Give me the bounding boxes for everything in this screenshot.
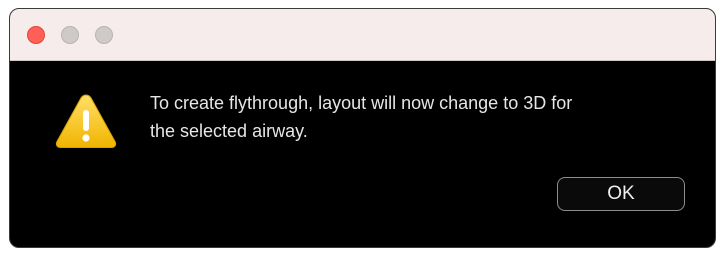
close-button[interactable] xyxy=(27,26,45,44)
zoom-button[interactable] xyxy=(95,26,113,44)
warning-icon xyxy=(54,92,118,150)
minimize-button[interactable] xyxy=(61,26,79,44)
alert-message-line-2: the selected airway. xyxy=(150,121,308,141)
ok-button[interactable]: OK xyxy=(557,177,685,211)
title-bar xyxy=(10,9,715,61)
alert-message-line-1: To create flythrough, layout will now ch… xyxy=(150,93,573,113)
alert-dialog: To create flythrough, layout will now ch… xyxy=(9,8,716,248)
alert-message: To create flythrough, layout will now ch… xyxy=(150,89,670,145)
